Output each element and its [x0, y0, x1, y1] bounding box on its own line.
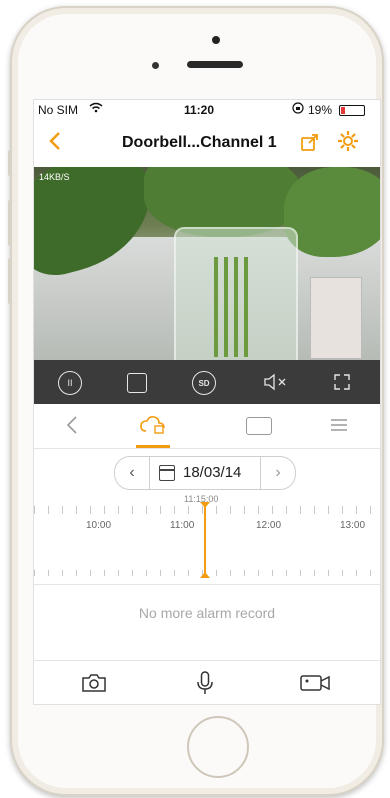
playback-tabs [34, 404, 380, 449]
carrier-label: No SIM [38, 103, 79, 117]
alarm-empty-message: No more alarm record [138, 605, 276, 621]
timeline-hour-label: 13:00 [340, 520, 366, 531]
divider [34, 584, 380, 585]
video-stems [214, 257, 254, 357]
camera-icon[interactable] [80, 670, 108, 696]
video-box [310, 277, 362, 359]
mute-switch [8, 150, 12, 176]
status-bar: No SIM 11:20 19% [34, 100, 380, 120]
battery-percent: 19% [308, 103, 333, 117]
mute-icon[interactable] [262, 371, 290, 393]
selected-date[interactable]: 18/03/14 [183, 464, 241, 481]
wifi-icon [89, 102, 103, 116]
cloud-playback-icon[interactable] [138, 412, 168, 438]
next-day-button[interactable]: › [260, 457, 295, 489]
video-controls-bar: II SD [34, 360, 380, 404]
app-screen: No SIM 11:20 19% Doorbell...Channel 1 14… [33, 99, 381, 705]
proximity-sensor [152, 62, 159, 69]
date-picker: ‹ 18/03/14 › [114, 456, 296, 490]
timeline-hour-label: 10:00 [86, 520, 112, 531]
timeline[interactable]: 11:15:00 10:00 11:00 12:00 13:00 [34, 494, 380, 584]
gear-icon[interactable] [337, 130, 359, 158]
bottom-action-bar [34, 660, 380, 704]
battery-level [341, 107, 345, 114]
clock: 11:20 [184, 103, 215, 117]
chevron-left-icon[interactable] [48, 128, 62, 159]
video-leaf [284, 167, 380, 257]
bitrate-label: 14KB/S [39, 172, 70, 182]
calendar-icon[interactable] [159, 465, 175, 481]
video-record-icon[interactable] [298, 670, 332, 696]
sd-icon[interactable]: SD [192, 371, 216, 395]
pause-icon[interactable]: II [58, 371, 82, 395]
timeline-hour-label: 12:00 [256, 520, 282, 531]
timeline-cursor[interactable] [204, 504, 206, 578]
page-title: Doorbell...Channel 1 [122, 134, 277, 151]
fullscreen-icon[interactable] [330, 371, 354, 393]
volume-up-button [8, 200, 12, 246]
active-tab-indicator [136, 445, 170, 448]
sd-card-playback-icon[interactable] [246, 417, 272, 435]
timeline-hour-label: 11:00 [170, 520, 195, 531]
nav-bar: Doorbell...Channel 1 [34, 120, 380, 166]
battery-icon [339, 105, 365, 116]
menu-icon[interactable] [328, 412, 350, 438]
earpiece-speaker [187, 61, 243, 68]
stop-icon[interactable] [127, 373, 147, 393]
front-camera [212, 36, 220, 44]
rotation-lock-icon [292, 102, 304, 117]
microphone-icon[interactable] [194, 670, 216, 696]
share-icon[interactable] [300, 132, 320, 152]
volume-down-button [8, 258, 12, 304]
previous-day-button[interactable]: ‹ [115, 457, 150, 489]
home-button[interactable] [187, 716, 249, 778]
back-icon[interactable] [62, 412, 82, 438]
timeline-cursor-bottom [200, 572, 210, 578]
live-video-feed[interactable]: 14KB/S [34, 167, 380, 360]
